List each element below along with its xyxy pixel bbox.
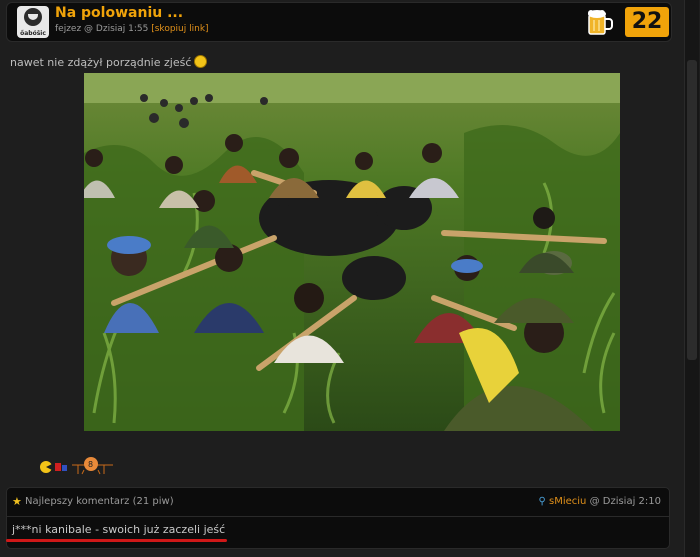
scrollbar-thumb[interactable]	[687, 60, 697, 360]
post-author-time: fejzez @ Dzisiaj 1:55	[55, 24, 149, 34]
comment-header: ★ Najlepszy komentarz (21 piw) ⚲ sMieciu…	[7, 488, 669, 517]
caption-text: nawet nie zdążył porządnie zjeść	[10, 56, 192, 69]
post-title[interactable]: Na polowaniu ...	[55, 5, 183, 21]
comment-text: j***ni kanibale - swoich już zaczeli jeś…	[12, 523, 226, 536]
star-icon: ★	[12, 495, 22, 508]
best-comment-label: Najlepszy komentarz (21 piw)	[25, 496, 174, 507]
beer-icon[interactable]	[583, 6, 615, 38]
user-icon: ⚲	[538, 496, 546, 507]
sad-smiley-icon	[194, 55, 208, 68]
svg-text:8: 8	[88, 460, 93, 469]
post-photo[interactable]	[84, 73, 620, 431]
comment-author-meta: ⚲ sMieciu @ Dzisiaj 2:10	[538, 496, 661, 507]
ghost-icon	[55, 463, 61, 471]
comment-time: @ Dzisiaj 2:10	[589, 496, 661, 507]
red-underline	[6, 539, 227, 542]
emoticons-strip: 8	[40, 457, 113, 475]
post-header: őabóšic Na polowaniu ... fejzez @ Dzisia…	[6, 2, 672, 42]
avatar-label: őabóšic	[20, 30, 46, 37]
post-caption: nawet nie zdążył porządnie zjeść	[10, 55, 208, 69]
avatar-face-icon	[24, 8, 42, 26]
score-badge: 22	[625, 7, 669, 37]
comment-author[interactable]: sMieciu	[549, 496, 586, 507]
post-meta: fejzez @ Dzisiaj 1:55 [skopiuj link]	[55, 24, 209, 34]
copy-link[interactable]: [skopiuj link]	[151, 24, 208, 34]
avatar[interactable]: őabóšic	[17, 6, 49, 38]
scrollbar[interactable]	[684, 0, 699, 557]
